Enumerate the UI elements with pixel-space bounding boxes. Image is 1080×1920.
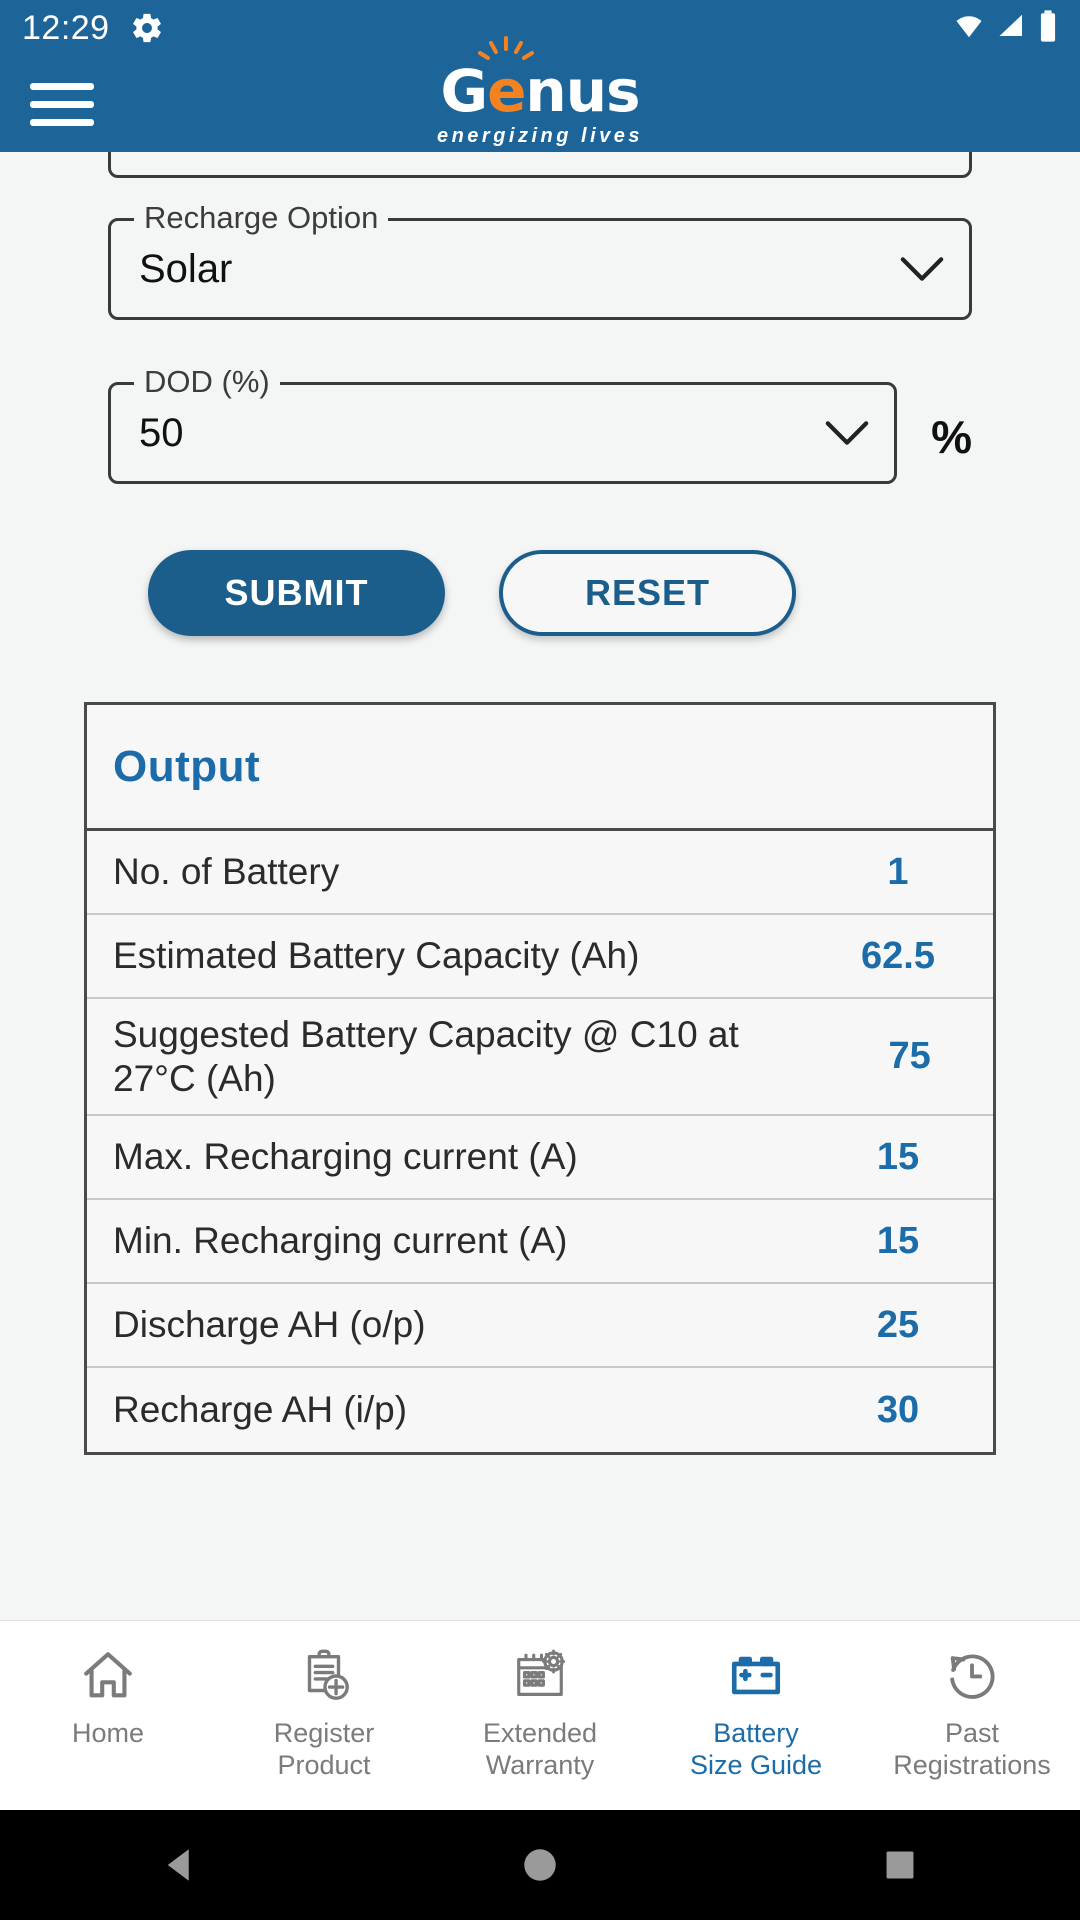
status-bar: 12:29 — [0, 0, 1080, 56]
gear-icon — [130, 11, 164, 45]
app-screen: 12:29 Ge nus energizing lives Solar Rech… — [0, 0, 1080, 1920]
row-value: 25 — [876, 1303, 920, 1346]
logo-text-g: G — [440, 57, 488, 125]
row-value: 30 — [876, 1388, 920, 1431]
system-home-button[interactable] — [360, 1844, 720, 1886]
row-value: 75 — [888, 1035, 931, 1078]
system-back-button[interactable] — [0, 1844, 360, 1886]
home-icon — [77, 1645, 139, 1707]
reset-button[interactable]: RESET — [499, 550, 796, 636]
row-value: 62.5 — [861, 934, 935, 977]
table-row: Estimated Battery Capacity (Ah) 62.5 — [87, 915, 993, 999]
home-circle-icon — [524, 1849, 556, 1881]
nav-item-home[interactable]: Home — [0, 1645, 216, 1749]
car-battery-icon — [725, 1645, 787, 1707]
nav-item-register-product[interactable]: Register Product — [216, 1645, 432, 1782]
system-navigation-bar — [0, 1810, 1080, 1920]
row-label: Estimated Battery Capacity (Ah) — [113, 935, 640, 977]
row-label: Discharge AH (o/p) — [113, 1304, 426, 1346]
logo-text-nus: nus — [525, 57, 640, 125]
table-row: Min. Recharging current (A) 15 — [87, 1200, 993, 1285]
recharge-option-value: Solar — [139, 246, 233, 291]
app-bar: Ge nus energizing lives — [0, 36, 1080, 152]
nav-label: Battery Size Guide — [689, 1718, 823, 1781]
logo-text-e: e — [478, 36, 535, 120]
clipboard-plus-icon — [293, 1645, 355, 1707]
back-triangle-icon — [167, 1849, 189, 1881]
row-value: 15 — [876, 1135, 920, 1178]
row-label: No. of Battery — [113, 851, 340, 893]
status-bar-clock: 12:29 — [22, 8, 110, 47]
nav-item-extended-warranty[interactable]: Extended Warranty — [432, 1645, 648, 1782]
wifi-icon — [952, 11, 986, 46]
row-label: Suggested Battery Capacity @ C10 at 27°C… — [113, 1014, 739, 1099]
table-row: Max. Recharging current (A) 15 — [87, 1116, 993, 1201]
row-label: Min. Recharging current (A) — [113, 1220, 568, 1262]
nav-label: Home — [71, 1718, 145, 1748]
table-row: Suggested Battery Capacity @ C10 at 27°C… — [87, 999, 993, 1117]
form-actions: SUBMIT RESET — [148, 550, 1080, 636]
nav-label: Extended Warranty — [482, 1718, 598, 1781]
recharge-option-label: Recharge Option — [134, 198, 389, 238]
row-value: 15 — [876, 1219, 920, 1262]
hamburger-menu-icon[interactable] — [30, 82, 94, 126]
sun-rays-icon — [478, 36, 535, 60]
percent-suffix: % — [931, 411, 972, 463]
dod-value: 50 — [139, 410, 184, 455]
output-table: Output No. of Battery 1 Estimated Batter… — [84, 702, 996, 1456]
table-row: Discharge AH (o/p) 25 — [87, 1284, 993, 1369]
bottom-navigation: Home Register Product Extended Warranty … — [0, 1620, 1080, 1810]
recents-square-icon — [886, 1851, 914, 1879]
chevron-down-icon[interactable] — [899, 254, 945, 284]
dod-field-group: 50 DOD (%) — [108, 362, 898, 484]
logo-tagline: energizing lives — [436, 125, 644, 147]
logo-wordmark: Ge nus — [440, 36, 641, 125]
output-table-header: Output — [87, 705, 993, 831]
status-bar-indicators — [952, 9, 1058, 48]
table-row: No. of Battery 1 — [87, 831, 993, 915]
battery-icon — [1038, 9, 1058, 48]
dod-row: 50 DOD (%) % — [108, 362, 972, 484]
calendar-gear-icon — [509, 1645, 571, 1707]
dod-label: DOD (%) — [134, 362, 280, 402]
history-clock-icon — [941, 1645, 1003, 1707]
submit-button[interactable]: SUBMIT — [148, 550, 445, 636]
table-row: Recharge AH (i/p) 30 — [87, 1368, 993, 1452]
output-title: Output — [113, 741, 261, 791]
recharge-option-field-group: Solar Recharge Option — [108, 198, 972, 320]
row-label: Recharge AH (i/p) — [113, 1389, 408, 1431]
chevron-down-icon[interactable] — [824, 418, 870, 448]
signal-icon — [996, 11, 1028, 46]
row-value: 1 — [887, 850, 909, 893]
scroll-content[interactable]: Solar Recharge Option 50 DOD (%) % SUBMI… — [0, 152, 1080, 1620]
nav-item-battery-size-guide[interactable]: Battery Size Guide — [648, 1645, 864, 1782]
nav-label: Register Product — [273, 1718, 375, 1781]
genus-logo: Ge nus energizing lives — [436, 36, 644, 147]
system-recents-button[interactable] — [720, 1846, 1080, 1884]
partially-scrolled-field[interactable] — [108, 152, 972, 178]
nav-label: Past Registrations — [893, 1718, 1051, 1781]
nav-item-past-registrations[interactable]: Past Registrations — [864, 1645, 1080, 1782]
row-label: Max. Recharging current (A) — [113, 1136, 578, 1178]
